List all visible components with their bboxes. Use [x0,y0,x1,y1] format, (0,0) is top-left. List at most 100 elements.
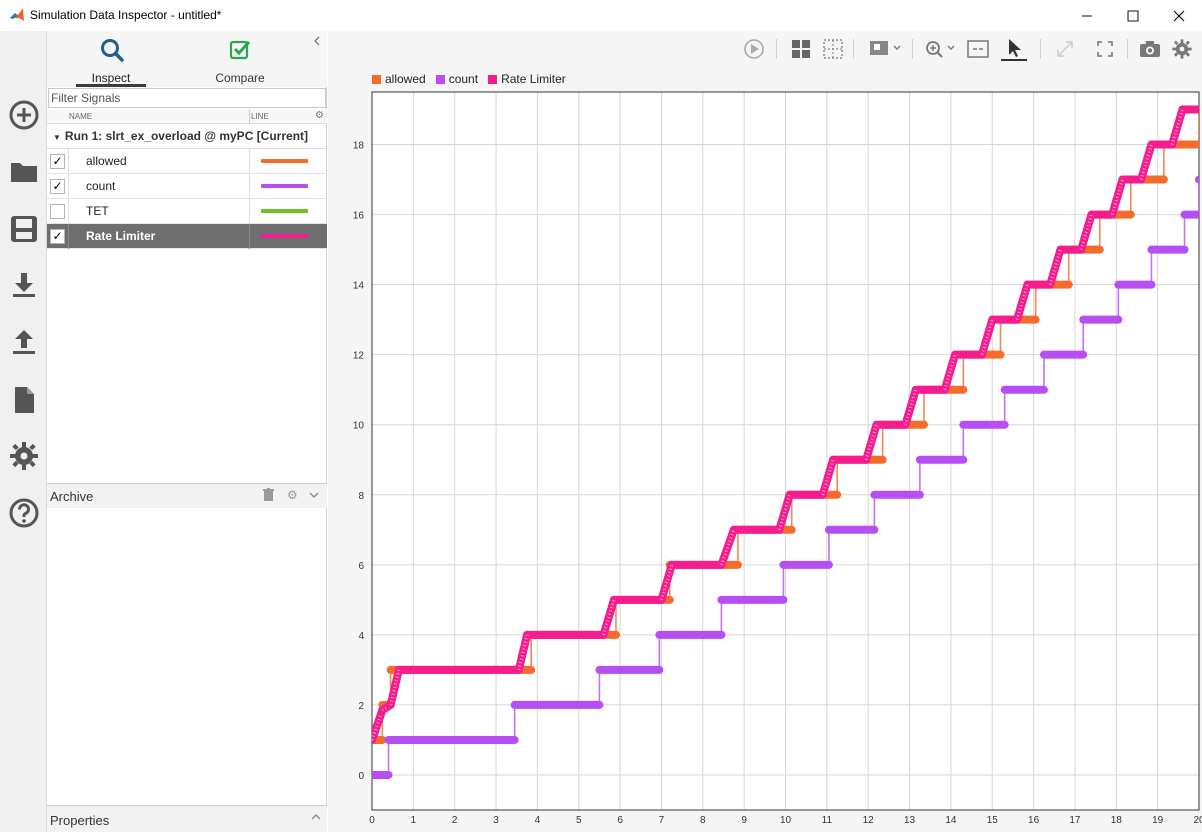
trash-icon[interactable] [263,488,274,504]
plot-area: allowed count Rate Limiter 0 1 2 3 4 5 6 7 8 9 10 1… [328,31,1202,832]
signal-row[interactable]: ✓ count [47,174,327,199]
properties-section[interactable]: Properties [47,805,327,832]
x-tick-label: 3 [493,815,499,826]
signal-line-swatch[interactable] [261,159,308,163]
x-tick-label: 2 [452,815,458,826]
y-tick-label: 2 [358,701,364,712]
column-settings-icon[interactable]: ⚙ [315,110,324,121]
x-tick-label: 12 [863,815,875,826]
x-tick-label: 17 [1069,815,1081,826]
tab-bar: Inspect Compare [47,31,327,87]
minimize-icon [1082,15,1092,16]
signal-line-swatch[interactable] [261,234,308,238]
y-tick-label: 0 [358,771,364,782]
folder-icon [11,163,37,182]
signal-name: Rate Limiter [86,229,156,243]
close-icon [1173,10,1185,21]
x-tick-label: 18 [1111,815,1123,826]
x-tick-label: 1 [411,815,417,826]
column-header: NAME LINE ⚙ [47,109,327,124]
filter-signals-input[interactable]: Filter Signals [48,88,326,108]
signal-panel: Inspect Compare Filter Signals NAME LINE… [47,31,327,832]
collapse-panel-button[interactable] [313,35,321,49]
archive-section[interactable]: Archive ⚙ [47,483,327,508]
save-icon [11,216,37,242]
title-bar: Simulation Data Inspector - untitled* [0,0,1202,31]
search-icon [101,39,124,62]
preferences-button[interactable] [6,438,42,474]
window-title: Simulation Data Inspector - untitled* [30,8,222,22]
y-tick-label: 16 [353,211,365,222]
archive-settings-icon[interactable]: ⚙ [287,488,298,502]
run-row[interactable]: ▼ Run 1: slrt_ex_overload @ myPC [Current… [47,125,327,149]
chevron-down-icon[interactable] [309,488,319,502]
signal-name: count [86,179,116,193]
save-button[interactable] [6,211,42,247]
tab-compare-label: Compare [215,71,265,85]
x-tick-label: 14 [945,815,957,826]
properties-label: Properties [50,813,110,828]
chevron-up-icon[interactable] [311,812,321,824]
signal-row-selected[interactable]: ✓ Rate Limiter [47,224,327,249]
gear-icon [10,442,38,470]
run-label: Run 1: slrt_ex_overload @ myPC [Current] [64,129,309,143]
y-tick-label: 14 [353,281,365,292]
x-tick-label: 0 [369,815,375,826]
minimize-button[interactable] [1064,0,1110,31]
tab-inspect-label: Inspect [91,71,131,85]
new-run-button[interactable] [6,97,42,133]
report-button[interactable] [6,382,42,418]
export-button[interactable] [6,324,42,360]
chevron-down-icon[interactable]: ▼ [53,133,61,142]
name-column-header[interactable]: NAME [69,112,92,121]
signal-checkbox[interactable]: ✓ [50,154,65,169]
signal-row[interactable]: TET [47,199,327,224]
active-tab-indicator [76,84,146,87]
x-tick-label: 6 [617,815,623,826]
y-tick-label: 4 [358,631,364,642]
x-tick-label: 4 [535,815,541,826]
maximize-icon [1127,10,1139,21]
tab-inspect[interactable]: Inspect [61,35,161,85]
signal-checkbox[interactable] [50,204,65,219]
x-tick-label: 20 [1193,815,1202,826]
matlab-logo-icon [10,8,24,21]
check-icon [229,40,251,60]
y-tick-label: 6 [358,561,364,572]
x-tick-label: 13 [904,815,916,826]
x-tick-label: 16 [1028,815,1040,826]
y-tick-label: 12 [353,351,365,362]
add-icon [9,100,39,130]
document-icon [15,387,34,413]
signal-checkbox[interactable]: ✓ [50,179,65,194]
signal-line-swatch[interactable] [261,184,308,188]
x-tick-label: 10 [780,815,792,826]
x-tick-label: 9 [741,815,747,826]
signal-chart[interactable]: 0 1 2 3 4 5 6 7 8 9 10 11 12 13 14 15 16 17 18 19 2002468101… [328,31,1202,832]
help-button[interactable] [6,495,42,531]
maximize-button[interactable] [1110,0,1156,31]
close-button[interactable] [1156,0,1202,31]
signal-checkbox[interactable]: ✓ [50,229,65,244]
signal-name: allowed [86,154,127,168]
signal-name: TET [86,204,109,218]
tab-compare[interactable]: Compare [190,35,290,85]
x-tick-label: 5 [576,815,582,826]
x-tick-label: 8 [700,815,706,826]
x-tick-label: 15 [987,815,999,826]
line-column-header[interactable]: LINE [251,112,269,121]
open-button[interactable] [6,153,42,189]
download-icon [13,273,35,297]
signal-row[interactable]: ✓ allowed [47,149,327,174]
x-tick-label: 11 [822,815,833,826]
x-tick-label: 7 [659,815,665,826]
y-tick-label: 10 [353,421,365,432]
archive-label: Archive [50,489,94,504]
upload-icon [13,330,35,354]
signal-line-swatch[interactable] [261,209,308,213]
y-tick-label: 8 [358,491,364,502]
import-button[interactable] [6,267,42,303]
y-tick-label: 18 [353,141,365,152]
left-toolstrip [0,31,47,832]
x-tick-label: 19 [1152,815,1164,826]
